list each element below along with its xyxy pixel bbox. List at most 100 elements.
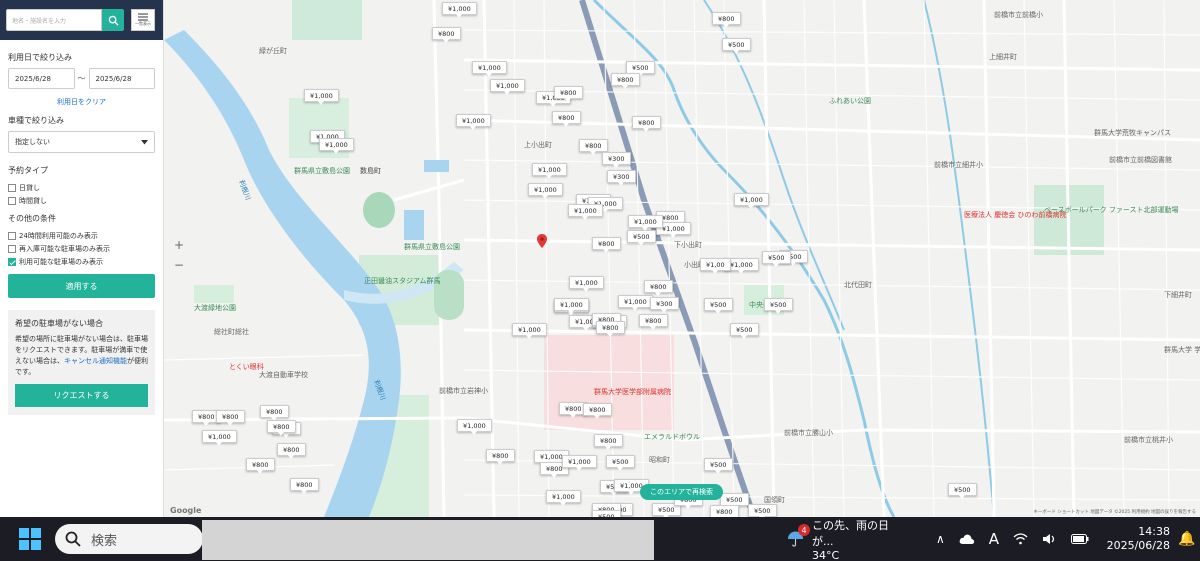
apply-button[interactable]: 適用する — [8, 274, 155, 298]
parking-price-pin[interactable]: ¥1,000 — [456, 114, 491, 130]
parking-price-pin[interactable]: ¥500 — [762, 251, 791, 267]
checkbox-available-only[interactable]: 利用可能な駐車場のみ表示 — [8, 255, 155, 268]
map-place-label: 昭和町 — [649, 456, 670, 464]
parking-price-pin[interactable]: ¥800 — [594, 434, 623, 450]
parking-price-pin[interactable]: ¥800 — [611, 73, 640, 89]
checkbox-hourly[interactable]: 時間貸し — [8, 194, 155, 207]
parking-price-pin[interactable]: ¥500 — [704, 458, 733, 474]
map-canvas[interactable]: 群馬県立敷島公園 群馬県立敷島公園 数島町 正田醤油スタジアム群馬 大渡緑地公園 利根川利… — [164, 0, 1200, 517]
parking-price-pin[interactable]: ¥800 — [579, 139, 608, 155]
parking-price-pin[interactable]: ¥500 — [592, 510, 621, 517]
parking-price-pin[interactable]: ¥300 — [607, 170, 636, 186]
map-place-label: 群馬県立敷島公園 — [294, 167, 350, 175]
current-location-marker-icon[interactable] — [537, 234, 547, 248]
weather-widget[interactable]: 4 この先、雨の日が... 34°C — [787, 519, 905, 561]
parking-price-pin[interactable]: ¥800 — [639, 314, 668, 330]
parking-price-pin[interactable]: ¥800 — [290, 478, 319, 494]
taskbar-clock[interactable]: 14:38 2025/06/28 — [1090, 525, 1170, 553]
parking-price-pin[interactable]: ¥500 — [748, 504, 777, 517]
windows-start-icon[interactable] — [19, 528, 41, 550]
checkbox-icon[interactable] — [8, 196, 16, 205]
checkbox-icon[interactable] — [8, 183, 16, 192]
clear-date-link[interactable]: 利用日をクリア — [8, 97, 155, 107]
parking-price-pin[interactable]: ¥500 — [627, 230, 656, 246]
parking-price-pin[interactable]: ¥1,000 — [546, 490, 581, 506]
parking-price-pin[interactable]: ¥1,000 — [554, 298, 589, 314]
volume-icon[interactable] — [1042, 533, 1057, 545]
parking-price-pin[interactable]: ¥1,00 — [700, 258, 731, 274]
parking-price-pin[interactable]: ¥500 — [730, 323, 759, 339]
parking-price-pin[interactable]: ¥1,000 — [472, 61, 507, 77]
parking-price-pin[interactable]: ¥1,000 — [568, 204, 603, 220]
parking-price-pin[interactable]: ¥1,000 — [569, 276, 604, 292]
checkbox-24h[interactable]: 24時間利用可能のみ表示 — [8, 229, 155, 242]
parking-price-pin[interactable]: ¥800 — [216, 410, 245, 426]
cancel-notification-link[interactable]: キャンセル通知機能 — [64, 357, 127, 365]
parking-price-pin[interactable]: ¥500 — [704, 298, 733, 314]
parking-price-pin[interactable]: ¥800 — [644, 280, 673, 296]
taskbar-search[interactable]: 検索 — [55, 524, 203, 554]
search-button[interactable] — [102, 9, 124, 31]
parking-price-pin[interactable]: ¥800 — [246, 458, 275, 474]
parking-price-pin[interactable]: ¥300 — [602, 152, 631, 168]
parking-price-pin[interactable]: ¥800 — [277, 443, 306, 459]
parking-price-pin[interactable]: ¥800 — [267, 420, 296, 436]
date-from-input[interactable]: 2025/6/28 — [8, 68, 75, 89]
parking-price-pin[interactable]: ¥800 — [710, 505, 739, 517]
parking-price-pin[interactable]: ¥1,000 — [628, 215, 663, 231]
zoom-in-button[interactable]: + — [174, 238, 184, 252]
parking-price-pin[interactable]: ¥1,000 — [457, 419, 492, 435]
taskbar-apps-area — [202, 520, 654, 560]
parking-price-pin[interactable]: ¥1,000 — [202, 430, 237, 446]
search-input[interactable]: 地名・施設名を入力 — [6, 9, 102, 31]
parking-price-pin[interactable]: ¥500 — [948, 483, 977, 499]
vehicle-select[interactable]: 指定しない — [8, 131, 155, 153]
battery-icon[interactable] — [1071, 534, 1089, 544]
parking-price-pin[interactable]: ¥500 — [764, 298, 793, 314]
parking-price-pin[interactable]: ¥1,000 — [562, 455, 597, 471]
parking-price-pin[interactable]: ¥1,000 — [618, 295, 653, 311]
research-area-button[interactable]: このエリアで再検索 — [640, 484, 723, 500]
wifi-icon[interactable] — [1013, 533, 1028, 545]
map-place-label: 前橋市立桃井小 — [1124, 436, 1173, 444]
parking-price-pin[interactable]: ¥500 — [606, 455, 635, 471]
parking-price-pin[interactable]: ¥800 — [552, 111, 581, 127]
checkbox-checked-icon[interactable] — [8, 257, 16, 266]
checkbox-icon[interactable] — [8, 244, 16, 253]
parking-price-pin[interactable]: ¥800 — [596, 321, 625, 337]
parking-price-pin[interactable]: ¥1,000 — [532, 163, 567, 179]
system-tray: ∧ A — [936, 517, 1089, 561]
map-place-label: 正田醤油スタジアム群馬 — [364, 277, 441, 285]
parking-price-pin[interactable]: ¥1,000 — [304, 89, 339, 105]
parking-price-pin[interactable]: ¥1,000 — [512, 323, 547, 339]
parking-price-pin[interactable]: ¥800 — [486, 449, 515, 465]
parking-price-pin[interactable]: ¥800 — [632, 116, 661, 132]
parking-price-pin[interactable]: ¥500 — [722, 38, 751, 54]
parking-price-pin[interactable]: ¥800 — [260, 405, 289, 421]
map-place-label: 上細井町 — [989, 53, 1017, 61]
checkbox-daily[interactable]: 日貸し — [8, 181, 155, 194]
parking-price-pin[interactable]: ¥800 — [583, 403, 612, 419]
parking-price-pin[interactable]: ¥800 — [712, 12, 741, 28]
list-view-button[interactable]: 一覧表示 — [131, 9, 155, 31]
parking-price-pin[interactable]: ¥1,000 — [528, 183, 563, 199]
ime-indicator[interactable]: A — [989, 530, 999, 548]
cloud-icon[interactable] — [959, 533, 975, 545]
parking-price-pin[interactable]: ¥800 — [592, 237, 621, 253]
parking-price-pin[interactable]: ¥1,000 — [734, 193, 769, 209]
map-attribution[interactable]: キーボード ショートカット 地図データ ©2025 利用規約 地図の誤りを報告す… — [1033, 509, 1196, 515]
checkbox-reentry[interactable]: 再入庫可能な駐車場のみ表示 — [8, 242, 155, 255]
parking-price-pin[interactable]: ¥1,000 — [442, 2, 477, 18]
notification-bell-icon[interactable]: 🔔 — [1178, 531, 1195, 547]
map-place-label: 下小出町 — [674, 241, 702, 249]
checkbox-icon[interactable] — [8, 231, 16, 240]
zoom-out-button[interactable]: − — [174, 258, 184, 272]
parking-price-pin[interactable]: ¥800 — [554, 86, 583, 102]
parking-price-pin[interactable]: ¥1,000 — [490, 79, 525, 95]
parking-price-pin[interactable]: ¥800 — [432, 27, 461, 43]
request-button[interactable]: リクエストする — [15, 384, 148, 407]
date-to-input[interactable]: 2025/6/28 — [88, 68, 155, 89]
chevron-up-icon[interactable]: ∧ — [936, 532, 945, 546]
parking-price-pin[interactable]: ¥300 — [650, 297, 679, 313]
parking-price-pin[interactable]: ¥1,000 — [319, 138, 354, 154]
